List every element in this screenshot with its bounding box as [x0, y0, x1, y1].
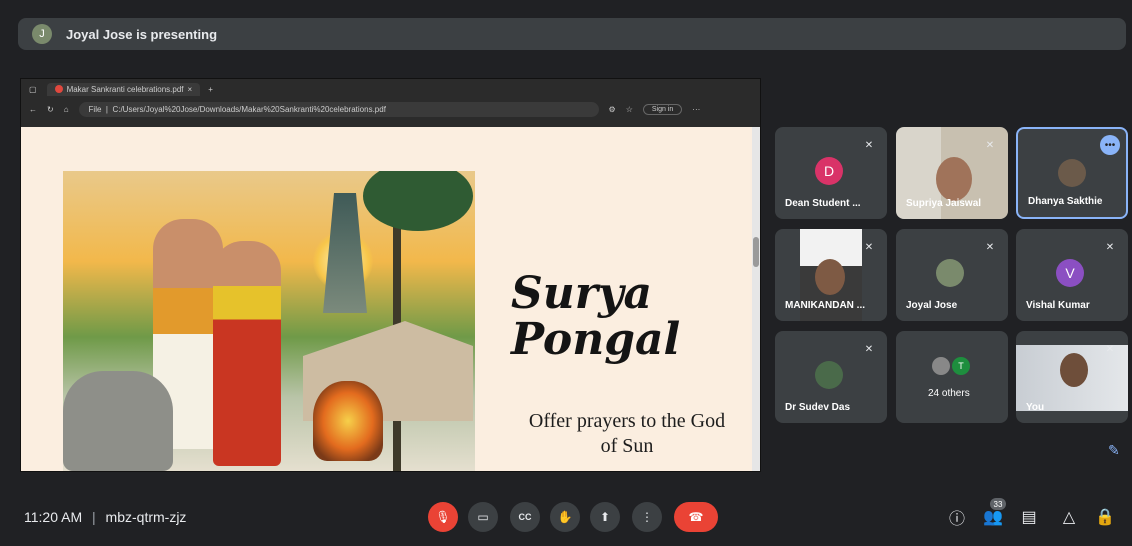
- avatar-initial: V: [1056, 259, 1084, 287]
- participant-tile[interactable]: ✕ V Vishal Kumar: [1016, 229, 1128, 321]
- participant-avatar: [932, 357, 950, 375]
- participant-face: [1060, 353, 1088, 387]
- reload-icon[interactable]: ↻: [47, 105, 54, 114]
- participant-tile[interactable]: ✕ MANIKANDAN ...: [775, 229, 887, 321]
- favorites-icon[interactable]: ☆: [626, 105, 633, 114]
- participant-name: Dr Sudev Das: [785, 402, 851, 413]
- window-icon: ▢: [29, 84, 37, 94]
- leave-call-button[interactable]: ☎: [674, 502, 718, 532]
- pdf-scrollbar[interactable]: [752, 127, 760, 471]
- url-text: C:/Users/Joyal%20Jose/Downloads/Makar%20…: [112, 104, 386, 114]
- mic-off-icon: ✕: [864, 139, 874, 151]
- extensions-icon[interactable]: ⚙: [609, 105, 616, 114]
- home-icon[interactable]: ⌂: [64, 105, 69, 114]
- mic-off-icon: ✕: [1105, 241, 1115, 253]
- others-count: 24 others: [928, 388, 970, 399]
- chat-icon: ▤: [1021, 509, 1037, 526]
- participant-face: [815, 259, 845, 295]
- camera-toggle-button[interactable]: ▭: [468, 502, 498, 532]
- participant-name: You: [1026, 402, 1045, 413]
- cow-figure: [63, 371, 173, 471]
- participant-name: Supriya Jaiswal: [906, 198, 982, 209]
- more-icon: ⋮: [641, 510, 653, 524]
- participant-avatar: [815, 361, 843, 389]
- browser-tab[interactable]: Makar Sankranti celebrations.pdf ×: [46, 82, 201, 96]
- avatar-initial: D: [815, 157, 843, 185]
- participant-name: Vishal Kumar: [1026, 300, 1090, 311]
- mic-off-icon: ✕: [985, 139, 995, 151]
- info-icon: ⓘ: [948, 511, 965, 528]
- people-icon: 👥: [983, 509, 1003, 526]
- participant-name: MANIKANDAN ...: [785, 300, 865, 311]
- host-controls-button[interactable]: 🔒: [1094, 506, 1116, 528]
- captions-button[interactable]: CC: [510, 502, 540, 532]
- new-tab-icon[interactable]: +: [208, 85, 213, 94]
- present-icon: ⬆: [599, 510, 611, 524]
- meeting-details-button[interactable]: ⓘ: [946, 506, 968, 528]
- back-icon[interactable]: ←: [29, 105, 37, 114]
- self-tile[interactable]: ✕ You: [1016, 331, 1128, 423]
- participant-tile[interactable]: ••• Dhanya Sakthie: [1016, 127, 1128, 219]
- tab-title: Makar Sankranti celebrations.pdf: [66, 84, 184, 94]
- captions-icon: CC: [518, 512, 532, 522]
- tab-close-icon[interactable]: ×: [188, 85, 193, 94]
- presenter-banner: J Joyal Jose is presenting: [18, 18, 1126, 50]
- camera-icon: ▭: [477, 510, 489, 524]
- palm-leaves-shape: [363, 171, 473, 231]
- lock-icon: 🔒: [1095, 509, 1115, 526]
- end-call-icon: ☎: [688, 510, 704, 524]
- clock-time: 11:20 AM: [24, 509, 83, 525]
- others-tile[interactable]: T 24 others: [896, 331, 1008, 423]
- participant-avatar: [936, 259, 964, 287]
- hand-icon: ✋: [557, 510, 573, 524]
- slide-subtitle: Offer prayers to the God of Sun: [528, 410, 726, 457]
- pongal-pot-fire: [313, 381, 383, 461]
- people-count-badge: 33: [990, 498, 1006, 510]
- participant-tile[interactable]: ✕ Supriya Jaiswal: [896, 127, 1008, 219]
- pongal-painting: [63, 171, 475, 471]
- slide-title: Surya Pongal: [511, 268, 681, 365]
- meeting-info: 11:20 AM | mbz-qtrm-zjz: [24, 509, 187, 525]
- meeting-code: mbz-qtrm-zjz: [105, 509, 187, 525]
- participant-name: Joyal Jose: [906, 300, 958, 311]
- mic-off-icon: ✕: [864, 343, 874, 355]
- raise-hand-button[interactable]: ✋: [550, 502, 580, 532]
- mic-off-icon: ✕: [1105, 343, 1115, 355]
- activities-icon: △: [1062, 509, 1076, 526]
- more-options-button[interactable]: ⋮: [632, 502, 662, 532]
- shared-screen: ▢ Makar Sankranti celebrations.pdf × + ←…: [20, 78, 761, 472]
- participant-tile[interactable]: ✕ D Dean Student ...: [775, 127, 887, 219]
- presenter-text: Joyal Jose is presenting: [66, 26, 218, 42]
- browser-chrome: ▢ Makar Sankranti celebrations.pdf × + ←…: [21, 79, 760, 127]
- mic-off-icon: ✕: [864, 241, 874, 253]
- participant-avatar: [1058, 159, 1086, 187]
- mic-off-icon: ✕: [985, 241, 995, 253]
- participant-tile[interactable]: ✕ Joyal Jose: [896, 229, 1008, 321]
- present-button[interactable]: ⬆: [590, 502, 620, 532]
- address-bar[interactable]: File | C:/Users/Joyal%20Jose/Downloads/M…: [78, 101, 599, 117]
- more-options-icon[interactable]: •••: [1100, 135, 1120, 155]
- chat-button[interactable]: ▤: [1018, 506, 1040, 528]
- temple-tower-shape: [323, 193, 367, 313]
- address-row: ← ↻ ⌂ File | C:/Users/Joyal%20Jose/Downl…: [21, 99, 760, 119]
- mic-off-icon: 🎙: [435, 510, 451, 524]
- companion-icon[interactable]: ✎: [1108, 442, 1120, 459]
- browser-menu-icon[interactable]: ···: [692, 105, 700, 114]
- participant-face: [936, 157, 972, 201]
- participant-tile[interactable]: ✕ Dr Sudev Das: [775, 331, 887, 423]
- participant-name: Dhanya Sakthie: [1028, 196, 1103, 207]
- mic-toggle-button[interactable]: 🎙: [428, 502, 458, 532]
- woman-figure: [213, 241, 281, 466]
- avatar-initial: T: [952, 357, 970, 375]
- file-label: File: [88, 104, 102, 114]
- sign-in-button[interactable]: Sign in: [642, 103, 683, 115]
- presenter-avatar: J: [32, 24, 52, 44]
- pdf-icon: [54, 85, 63, 93]
- tab-row: ▢ Makar Sankranti celebrations.pdf × +: [21, 79, 760, 99]
- participant-name: Dean Student ...: [785, 198, 861, 209]
- activities-button[interactable]: △: [1058, 506, 1080, 528]
- scrollbar-thumb[interactable]: [753, 237, 759, 267]
